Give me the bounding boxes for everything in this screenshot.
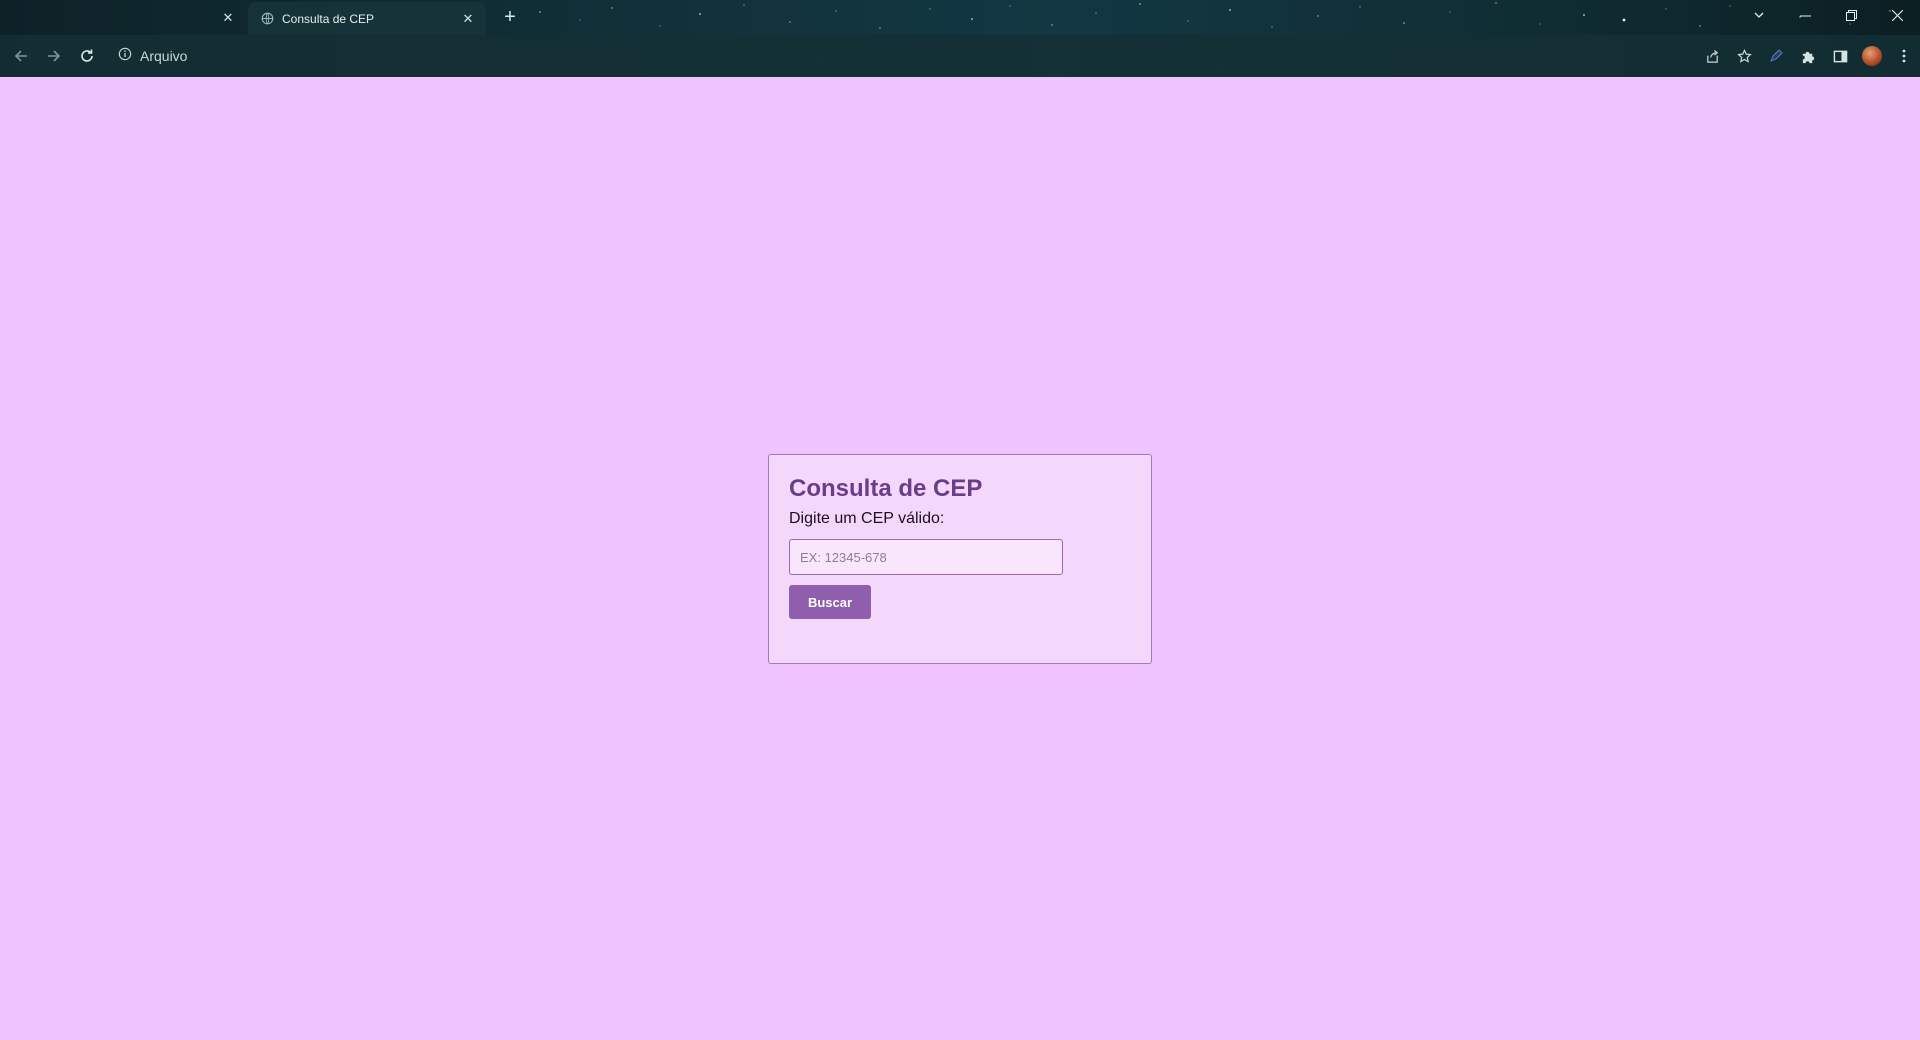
- search-button[interactable]: Buscar: [789, 585, 871, 619]
- address-bar[interactable]: Arquivo: [110, 40, 1710, 72]
- tab-search-chevron-icon[interactable]: [1748, 4, 1770, 26]
- reload-icon[interactable]: [71, 40, 103, 72]
- puzzle-icon[interactable]: [1792, 40, 1824, 72]
- window-controls: [1782, 0, 1920, 30]
- cep-input[interactable]: [789, 539, 1063, 575]
- browser-chrome: ✕ Consulta de CEP ✕ + Arquivo: [0, 0, 1920, 77]
- cep-field-label: Digite um CEP válido:: [789, 510, 945, 527]
- toolbar-actions: [1696, 40, 1920, 72]
- pen-icon[interactable]: [1760, 40, 1792, 72]
- page-title: Consulta de CEP: [789, 475, 983, 502]
- address-label: Arquivo: [140, 48, 188, 64]
- close-icon[interactable]: ✕: [460, 11, 476, 27]
- info-icon[interactable]: [118, 47, 132, 66]
- arrow-right-icon[interactable]: [38, 40, 70, 72]
- restore-icon[interactable]: [1828, 0, 1874, 30]
- page-body: Consulta de CEP Digite um CEP válido: Bu…: [0, 77, 1920, 1040]
- close-window-icon[interactable]: [1874, 0, 1920, 30]
- globe-icon: [260, 12, 274, 26]
- browser-toolbar: Arquivo: [0, 35, 1920, 77]
- tab-title: Consulta de CEP: [282, 11, 375, 26]
- minimize-icon[interactable]: [1782, 0, 1828, 30]
- tab-active[interactable]: Consulta de CEP ✕: [248, 2, 486, 35]
- close-icon[interactable]: ✕: [220, 10, 236, 26]
- side-panel-icon[interactable]: [1824, 40, 1856, 72]
- avatar[interactable]: [1856, 40, 1888, 72]
- share-icon[interactable]: [1696, 40, 1728, 72]
- new-tab-button[interactable]: +: [500, 6, 520, 28]
- tab-strip: ✕ Consulta de CEP ✕ +: [0, 0, 1920, 35]
- kebab-menu-icon[interactable]: [1888, 40, 1920, 72]
- cep-form-card: Consulta de CEP Digite um CEP válido: Bu…: [768, 454, 1152, 664]
- tab-inactive[interactable]: ✕: [0, 2, 246, 33]
- star-icon[interactable]: [1728, 40, 1760, 72]
- arrow-left-icon[interactable]: [5, 40, 37, 72]
